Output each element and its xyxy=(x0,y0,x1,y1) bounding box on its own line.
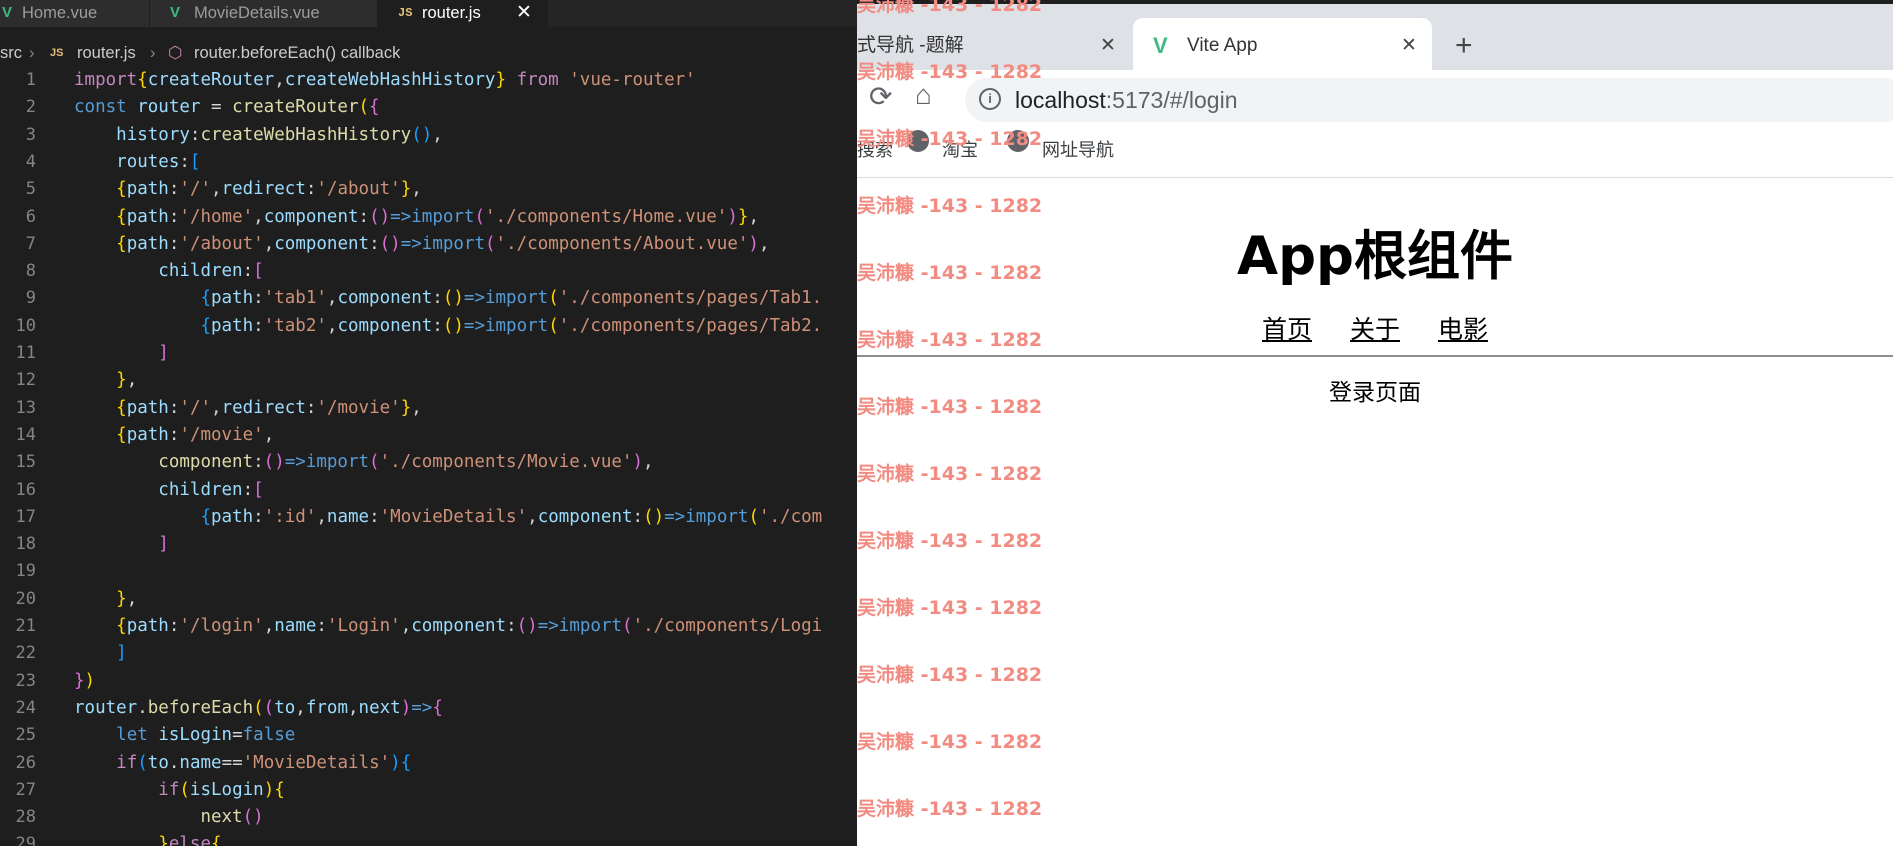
code-line: 12 }, xyxy=(15,370,138,391)
code-line: 23}) xyxy=(15,670,96,691)
code-line: 2 const router = createRouter({ xyxy=(25,97,380,118)
bookmark-nav[interactable]: 网址导航 xyxy=(1042,130,1114,170)
url-path: :5173/#/login xyxy=(1105,87,1238,113)
divider xyxy=(857,355,1893,357)
nav-link-movie[interactable]: 电影 xyxy=(1438,315,1488,344)
code-line: 8 children:[ xyxy=(25,261,264,282)
vue-logo-icon: V xyxy=(1153,33,1168,58)
code-editor[interactable]: V Home.vue V MovieDetails.vue JS router.… xyxy=(0,0,857,846)
code-line: 19 xyxy=(15,561,36,582)
code-line: 7 {path:'/about',component:()=>import('.… xyxy=(25,233,770,254)
code-line: 25 let isLogin=false xyxy=(15,725,296,746)
watermark: 吴沛糠 -143 - 1282 xyxy=(857,597,1043,619)
close-icon[interactable]: ✕ xyxy=(516,0,532,26)
reload-icon[interactable]: ⟳ xyxy=(869,80,892,113)
vue-icon: V xyxy=(170,4,181,21)
code-line: 10 {path:'tab2',component:()=>import('./… xyxy=(15,315,823,336)
js-icon: JS xyxy=(398,6,413,20)
new-tab-button[interactable]: + xyxy=(1455,18,1473,74)
nav-link-about[interactable]: 关于 xyxy=(1350,315,1400,344)
code-line: 16 children:[ xyxy=(15,479,264,500)
tab-label: router.js xyxy=(422,4,481,22)
code-line: 22 ] xyxy=(15,643,127,664)
watermark: 吴沛糠 -143 - 1282 xyxy=(857,0,1043,16)
editor-tab-bar: V Home.vue V MovieDetails.vue JS router.… xyxy=(0,0,857,27)
code-line: 29 }else{ xyxy=(15,834,222,846)
code-line: 9 {path:'tab1',component:()=>import('./c… xyxy=(25,288,823,309)
close-icon[interactable]: ✕ xyxy=(1401,18,1417,74)
chevron-right-icon: › xyxy=(29,44,35,62)
code-line: 13 {path:'/',redirect:'/movie'}, xyxy=(15,397,422,418)
code-line: 17 {path:':id',name:'MovieDetails',compo… xyxy=(15,506,823,527)
watermark: 吴沛糠 -143 - 1282 xyxy=(857,61,1043,83)
watermark: 吴沛糠 -143 - 1282 xyxy=(857,329,1043,351)
code-line: 3 history:createWebHashHistory(), xyxy=(25,124,443,145)
url-host: localhost xyxy=(1015,87,1106,113)
js-icon: JS xyxy=(50,47,64,59)
url-text[interactable]: localhost:5173/#/login xyxy=(1015,78,1238,122)
code-line: 26 if(to.name=='MovieDetails'){ xyxy=(15,752,412,773)
code-line: 4 routes:[ xyxy=(25,151,201,172)
address-bar[interactable]: i localhost:5173/#/login xyxy=(965,78,1893,122)
code-line: 14 {path:'/movie', xyxy=(15,424,275,445)
browser-tab-active[interactable]: V Vite App ✕ xyxy=(1133,18,1432,74)
code-line: 5 {path:'/',redirect:'/about'}, xyxy=(25,179,422,200)
code-line: 6 {path:'/home',component:()=>import('./… xyxy=(25,206,759,227)
watermark: 吴沛糠 -143 - 1282 xyxy=(857,195,1043,217)
tab-router-js[interactable]: JS router.js ✕ xyxy=(378,0,548,27)
watermark: 吴沛糠 -143 - 1282 xyxy=(857,664,1043,686)
code-area[interactable]: 1 import{createRouter,createWebHashHistor… xyxy=(0,67,857,846)
code-line: 20 }, xyxy=(15,588,138,609)
code-line: 21 {path:'/login',name:'Login',component… xyxy=(15,616,823,636)
chevron-right-icon: › xyxy=(150,44,156,62)
code-line: 1 import{createRouter,createWebHashHistor… xyxy=(25,70,696,90)
code-line: 24 router.beforeEach((to,from,next)=>{ xyxy=(15,697,443,718)
code-line: 15 component:()=>import('./components/Mo… xyxy=(15,452,654,473)
tab-label: Home.vue xyxy=(22,4,98,22)
browser-tab-title: Vite App xyxy=(1187,35,1258,56)
code-line: 28 next() xyxy=(15,807,264,828)
breadcrumb-file[interactable]: router.js xyxy=(77,42,136,64)
tab-moviedetails-vue[interactable]: V MovieDetails.vue xyxy=(150,0,378,27)
watermark: 吴沛糠 -143 - 1282 xyxy=(857,396,1043,418)
watermark: 吴沛糠 -143 - 1282 xyxy=(857,262,1043,284)
symbol-method-icon: ⬡ xyxy=(168,44,183,62)
info-icon[interactable]: i xyxy=(979,88,1001,110)
vue-icon: V xyxy=(2,4,13,21)
breadcrumb: src › JS router.js › ⬡ router.beforeEach… xyxy=(0,42,857,64)
close-icon[interactable]: ✕ xyxy=(1100,18,1116,74)
watermark: 吴沛糠 -143 - 1282 xyxy=(857,463,1043,485)
code-line: 11 ] xyxy=(15,343,169,363)
tab-label: MovieDetails.vue xyxy=(194,4,320,22)
watermark: 吴沛糠 -143 - 1282 xyxy=(857,798,1043,820)
code-line: 18 ] xyxy=(15,534,169,555)
breadcrumb-folder[interactable]: src xyxy=(0,42,22,64)
watermark: 吴沛糠 -143 - 1282 xyxy=(857,530,1043,552)
browser-window: 式导航 -题解 ✕ V Vite App ✕ + ⟳ ⌂ i localhost… xyxy=(857,0,1893,846)
nav-link-home[interactable]: 首页 xyxy=(1262,315,1312,344)
watermark: 吴沛糠 -143 - 1282 xyxy=(857,128,1043,150)
breadcrumb-symbol[interactable]: router.beforeEach() callback xyxy=(194,42,400,64)
tab-home-vue[interactable]: V Home.vue xyxy=(0,0,150,27)
code-line: 27 if(isLogin){ xyxy=(15,779,285,800)
watermark: 吴沛糠 -143 - 1282 xyxy=(857,731,1043,753)
